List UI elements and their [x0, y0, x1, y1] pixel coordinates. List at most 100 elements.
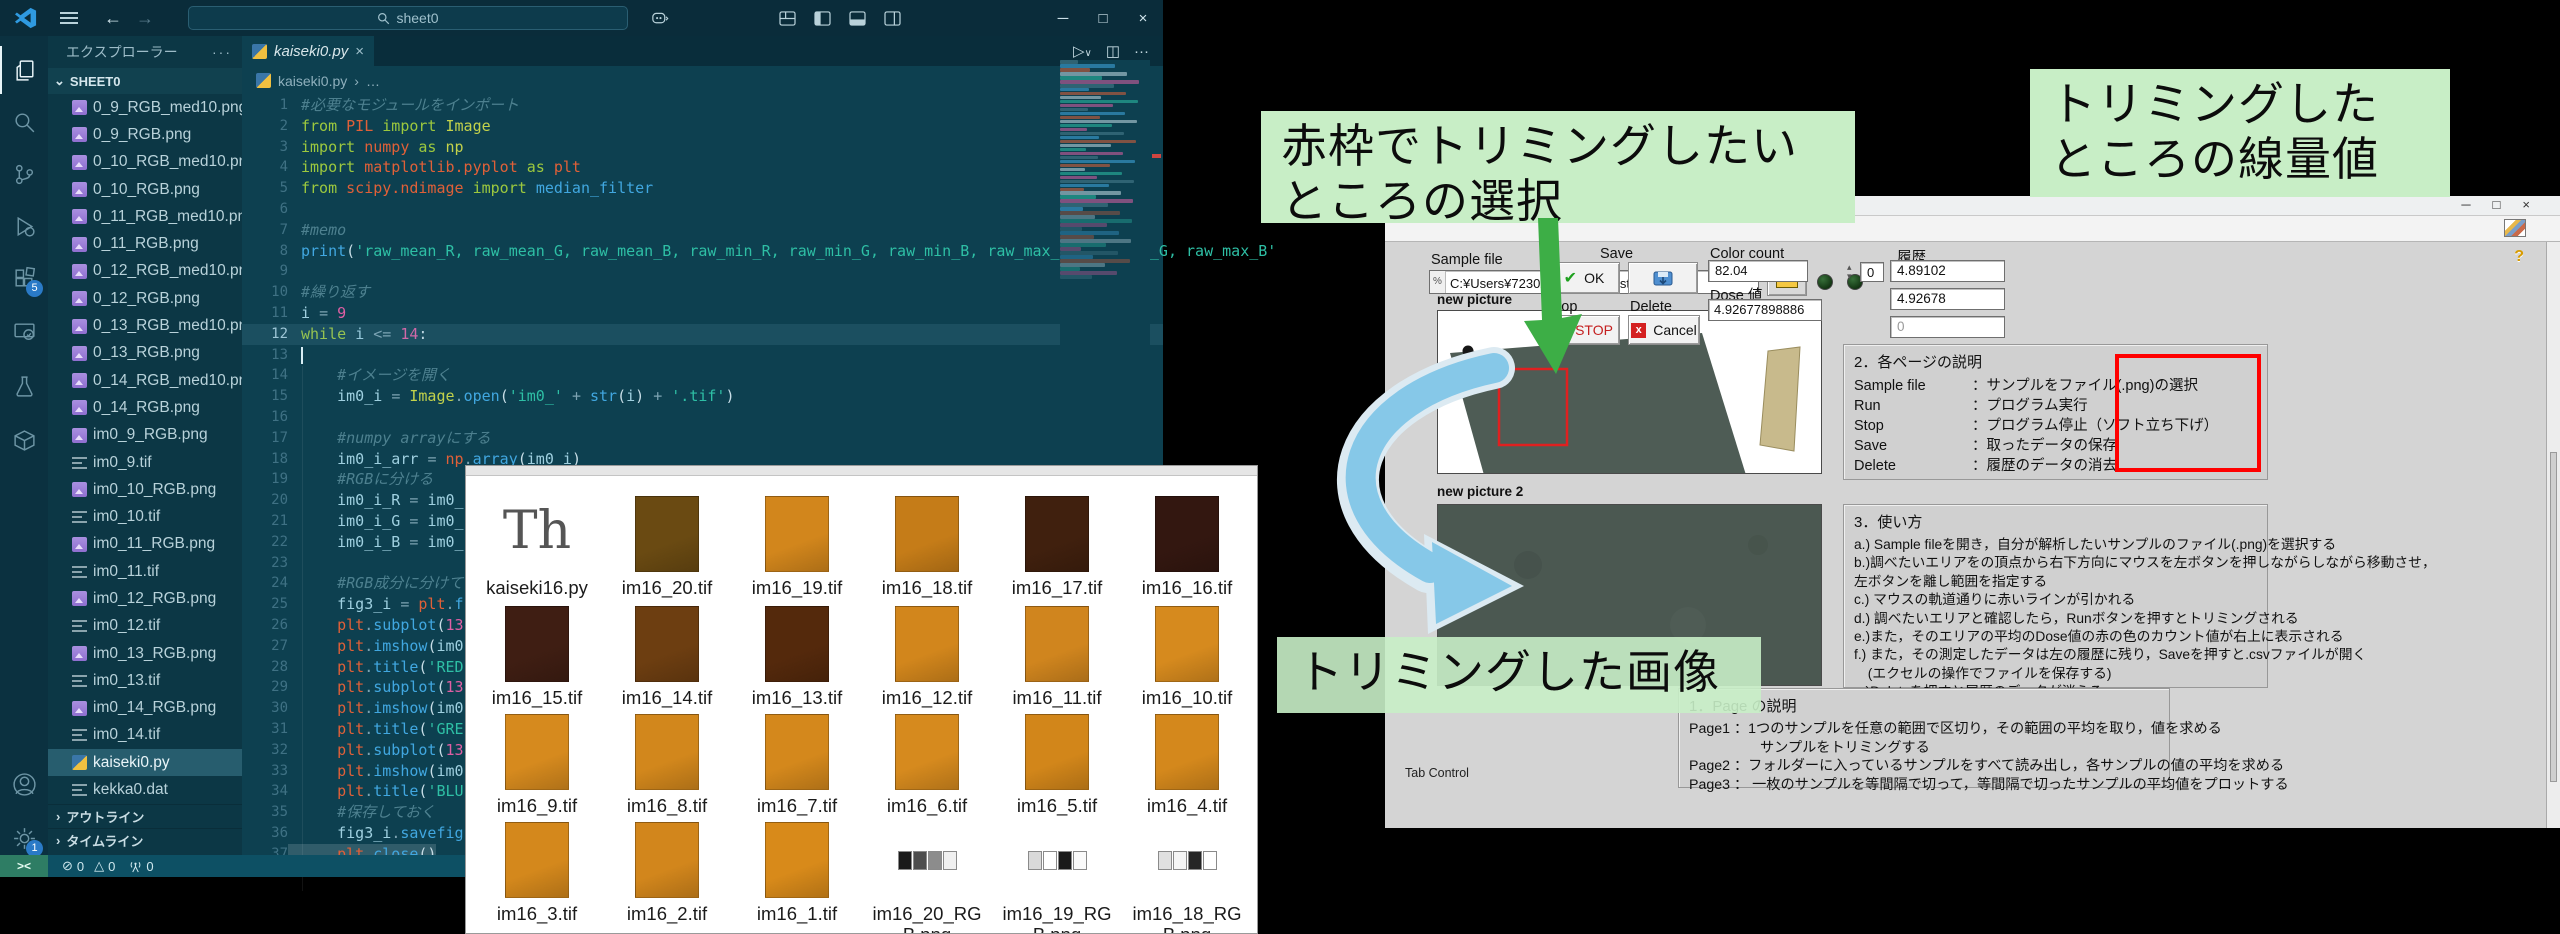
- thumbnail-im16_19_RGB.png[interactable]: im16_19_RGB.png: [992, 822, 1122, 934]
- thumbnail-im16_2.tif[interactable]: im16_2.tif: [602, 822, 732, 924]
- thumbnail-im16_18_RGB.png[interactable]: im16_18_RGB.png: [1122, 822, 1252, 934]
- thumbnail-im16_20_RGB.png[interactable]: im16_20_RGB.png: [862, 822, 992, 934]
- sidebar-section-timeline[interactable]: › タイムライン: [48, 828, 242, 852]
- tab-kaiseki0[interactable]: kaiseki0.py ×: [242, 36, 375, 66]
- toggle-panel-icon[interactable]: [849, 11, 866, 26]
- sidebar-file-im0_12_RGB.png[interactable]: im0_12_RGB.png: [48, 585, 242, 612]
- extensions-icon[interactable]: 5: [0, 254, 48, 302]
- sidebar-file-im0_9.tif[interactable]: im0_9.tif: [48, 449, 242, 476]
- thumbnail-im16_6.tif[interactable]: im16_6.tif: [862, 714, 992, 816]
- thumbnail-im16_12.tif[interactable]: im16_12.tif: [862, 606, 992, 708]
- sidebar-file-0_9_RGB_med10.png[interactable]: 0_9_RGB_med10.png: [48, 94, 242, 121]
- thumbnail-im16_13.tif[interactable]: im16_13.tif: [732, 606, 862, 708]
- labview-scrollbar[interactable]: [2546, 242, 2560, 828]
- explorer-icon[interactable]: [0, 46, 48, 94]
- sidebar-file-kekka0.dat[interactable]: kekka0.dat: [48, 776, 242, 803]
- sidebar-file-im0_11_RGB.png[interactable]: im0_11_RGB.png: [48, 531, 242, 558]
- tab-close-icon[interactable]: ×: [355, 43, 364, 60]
- sidebar-file-im0_10.tif[interactable]: im0_10.tif: [48, 503, 242, 530]
- run-debug-icon[interactable]: [0, 202, 48, 250]
- run-python-button[interactable]: ▷∨: [1073, 42, 1092, 60]
- sidebar-section-outline[interactable]: › アウトライン: [48, 804, 242, 828]
- thumbnail-im16_9.tif[interactable]: im16_9.tif: [472, 714, 602, 816]
- test-beaker-icon[interactable]: [0, 362, 48, 410]
- split-editor-icon[interactable]: ◫: [1106, 42, 1120, 60]
- sidebar-file-im0_13_RGB.png[interactable]: im0_13_RGB.png: [48, 640, 242, 667]
- sidebar-file-im0_9_RGB.png[interactable]: im0_9_RGB.png: [48, 422, 242, 449]
- thumbnail-im16_20.tif[interactable]: im16_20.tif: [602, 496, 732, 598]
- thumbnail-im16_3.tif[interactable]: im16_3.tif: [472, 822, 602, 924]
- package-cube-icon[interactable]: [0, 416, 48, 464]
- sidebar-file-0_12_RGB.png[interactable]: 0_12_RGB.png: [48, 285, 242, 312]
- sidebar-file-0_12_RGB_med10.png[interactable]: 0_12_RGB_med10.png: [48, 258, 242, 285]
- sidebar-file-0_14_RGB_med10.png[interactable]: 0_14_RGB_med10.png: [48, 367, 242, 394]
- nav-forward-icon[interactable]: →: [136, 8, 154, 29]
- sidebar-file-im0_11.tif[interactable]: im0_11.tif: [48, 558, 242, 585]
- close-button[interactable]: ×: [1123, 10, 1163, 27]
- sidebar-file-0_9_RGB.png[interactable]: 0_9_RGB.png: [48, 121, 242, 148]
- sidebar-file-0_11_RGB.png[interactable]: 0_11_RGB.png: [48, 230, 242, 257]
- cancel-button[interactable]: x Cancel: [1628, 315, 1700, 345]
- sidebar-file-0_10_RGB_med10.png[interactable]: 0_10_RGB_med10.png: [48, 149, 242, 176]
- sidebar-file-0_10_RGB.png[interactable]: 0_10_RGB.png: [48, 176, 242, 203]
- thumbnail-im16_14.tif[interactable]: im16_14.tif: [602, 606, 732, 708]
- sidebar-file-kaiseki0.py[interactable]: kaiseki0.py: [48, 749, 242, 776]
- line-number: 30: [242, 698, 288, 719]
- sidebar-section-sheet0[interactable]: ⌄ SHEET0: [48, 68, 242, 94]
- line-number: 3: [242, 137, 288, 158]
- lv-minimize-button[interactable]: ─: [2461, 197, 2470, 212]
- thumbnail-im16_17.tif[interactable]: im16_17.tif: [992, 496, 1122, 598]
- copilot-icon[interactable]: [652, 11, 669, 26]
- source-control-icon[interactable]: [0, 150, 48, 198]
- thumbnail-im16_5.tif[interactable]: im16_5.tif: [992, 714, 1122, 816]
- thumbnail-im16_11.tif[interactable]: im16_11.tif: [992, 606, 1122, 708]
- lv-close-button[interactable]: ×: [2522, 197, 2530, 212]
- toggle-secondary-sidebar-icon[interactable]: [884, 11, 901, 26]
- thumbnail-im16_4.tif[interactable]: im16_4.tif: [1122, 714, 1252, 816]
- remote-indicator[interactable]: ><: [0, 855, 48, 877]
- thumbnail-im16_15.tif[interactable]: im16_15.tif: [472, 606, 602, 708]
- remote-explorer-icon[interactable]: [0, 308, 48, 356]
- ports-status[interactable]: 0: [129, 859, 153, 874]
- problems-status[interactable]: ⊘0 △0: [62, 858, 115, 874]
- nav-back-icon[interactable]: ←: [104, 8, 122, 29]
- line-number: 9: [242, 261, 288, 282]
- thumbnail-im16_10.tif[interactable]: im16_10.tif: [1122, 606, 1252, 708]
- account-icon[interactable]: [0, 760, 48, 808]
- history-spinner-arrows[interactable]: ▴▾: [1847, 263, 1860, 281]
- sidebar-file-0_11_RGB_med10.png[interactable]: 0_11_RGB_med10.png: [48, 203, 242, 230]
- sidebar-file-0_14_RGB.png[interactable]: 0_14_RGB.png: [48, 394, 242, 421]
- thumbnail-im16_16.tif[interactable]: im16_16.tif: [1122, 496, 1252, 598]
- thumbnail-im16_19.tif[interactable]: im16_19.tif: [732, 496, 862, 598]
- sidebar-file-0_13_RGB_med10.png[interactable]: 0_13_RGB_med10.png: [48, 312, 242, 339]
- description-text: ：取ったデータの保存: [1972, 436, 2117, 456]
- maximize-button[interactable]: □: [1083, 10, 1123, 27]
- ok-button[interactable]: ✔ OK: [1548, 262, 1620, 294]
- search-sidebar-icon[interactable]: [0, 98, 48, 146]
- sidebar-file-im0_12.tif[interactable]: im0_12.tif: [48, 613, 242, 640]
- menu-icon[interactable]: [60, 12, 78, 24]
- customize-layout-icon[interactable]: [779, 11, 796, 26]
- stop-button[interactable]: STOP: [1548, 315, 1620, 345]
- thumbnail-im16_1.tif[interactable]: im16_1.tif: [732, 822, 862, 924]
- search-input[interactable]: sheet0: [188, 6, 628, 30]
- thumbnail-im16_7.tif[interactable]: im16_7.tif: [732, 714, 862, 816]
- toggle-sidebar-icon[interactable]: [814, 11, 831, 26]
- sidebar-file-0_13_RGB.png[interactable]: 0_13_RGB.png: [48, 340, 242, 367]
- vi-icon[interactable]: [2504, 219, 2526, 237]
- sidebar-file-im0_10_RGB.png[interactable]: im0_10_RGB.png: [48, 476, 242, 503]
- thumbnail-im16_18.tif[interactable]: im16_18.tif: [862, 496, 992, 598]
- breadcrumb[interactable]: kaiseki0.py › …: [242, 66, 1163, 95]
- sidebar-more-icon[interactable]: ···: [212, 44, 232, 60]
- thumbnail-kaiseki16.py[interactable]: Thkaiseki16.py: [472, 496, 602, 598]
- lv-maximize-button[interactable]: □: [2493, 197, 2501, 212]
- sidebar-file-im0_13.tif[interactable]: im0_13.tif: [48, 667, 242, 694]
- editor-more-icon[interactable]: ···: [1134, 43, 1149, 60]
- save-button[interactable]: [1628, 262, 1698, 294]
- history-spinner-value[interactable]: 0: [1860, 262, 1884, 282]
- sidebar-file-im0_14_RGB.png[interactable]: im0_14_RGB.png: [48, 695, 242, 722]
- minimize-button[interactable]: ─: [1043, 10, 1083, 27]
- help-icon[interactable]: ?: [2514, 248, 2524, 266]
- thumbnail-im16_8.tif[interactable]: im16_8.tif: [602, 714, 732, 816]
- sidebar-file-im0_14.tif[interactable]: im0_14.tif: [48, 722, 242, 749]
